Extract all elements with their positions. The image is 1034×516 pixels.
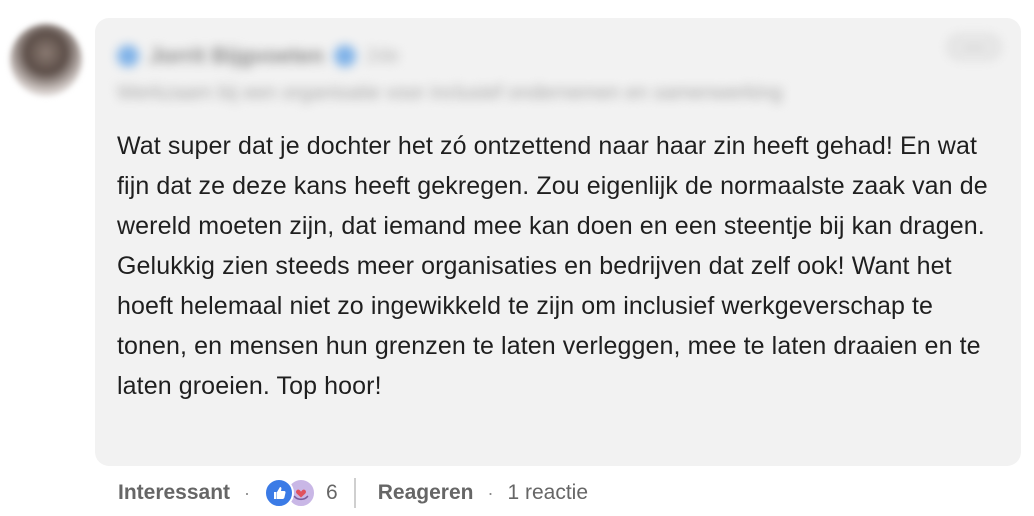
separator-dot: · bbox=[487, 482, 494, 503]
avatar[interactable] bbox=[10, 24, 82, 96]
verified-icon bbox=[117, 45, 139, 67]
reaction-count[interactable]: 6 bbox=[326, 481, 338, 505]
comment-thread: Jorrit Bijgvoeten 2de Werkzaam bij een o… bbox=[0, 0, 1034, 516]
author-row: Jorrit Bijgvoeten 2de bbox=[117, 40, 399, 72]
author-name[interactable]: Jorrit Bijgvoeten bbox=[149, 43, 324, 69]
author-headline: Werkzaam bij een organisatie voor inclus… bbox=[117, 82, 783, 104]
connection-degree: 2de bbox=[365, 44, 400, 67]
reactions-summary[interactable]: 6 bbox=[264, 478, 338, 508]
reply-button[interactable]: Reageren bbox=[378, 481, 474, 505]
comment-bubble: Jorrit Bijgvoeten 2de Werkzaam bij een o… bbox=[95, 18, 1021, 466]
thumbs-up-icon bbox=[264, 478, 295, 508]
reply-count[interactable]: 1 reactie bbox=[507, 481, 588, 505]
premium-icon bbox=[333, 45, 356, 67]
comment-action-bar: Interessant · 6 Reageren · 1 reactie bbox=[118, 477, 588, 509]
more-options-button[interactable]: ··· bbox=[945, 32, 1003, 62]
comment-text: Wat super dat je dochter het zó ontzette… bbox=[117, 132, 988, 400]
react-button[interactable]: Interessant bbox=[118, 481, 230, 505]
separator-dot: · bbox=[244, 482, 251, 503]
action-divider bbox=[353, 478, 356, 508]
